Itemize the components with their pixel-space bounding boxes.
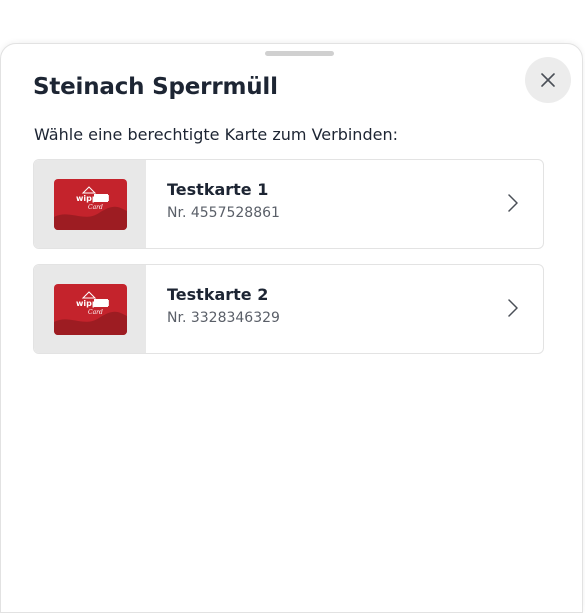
card-number: Nr. 4557528861 (167, 205, 280, 221)
card-list-item-2[interactable]: wipptal Card Testkarte 2 Nr. 3328346329 (33, 264, 544, 354)
card-name: Testkarte 2 (167, 285, 269, 304)
wipptal-card-logo: wipptal Card (54, 179, 127, 230)
card-number: Nr. 3328346329 (167, 310, 280, 326)
sheet-subtitle: Wähle eine berechtigte Karte zum Verbind… (34, 125, 398, 144)
logo-text: wipptal (76, 194, 110, 203)
bottom-sheet: Steinach Sperrmüll Wähle eine berechtigt… (0, 43, 583, 613)
chevron-right-icon (508, 299, 518, 317)
card-thumbnail: wipptal Card (34, 160, 146, 248)
sheet-title: Steinach Sperrmüll (33, 74, 278, 100)
card-list: wipptal Card Testkarte 1 Nr. 4557528861 (33, 159, 544, 369)
card-thumbnail: wipptal Card (34, 265, 146, 353)
wipptal-card-logo: wipptal Card (54, 284, 127, 335)
card-list-item-1[interactable]: wipptal Card Testkarte 1 Nr. 4557528861 (33, 159, 544, 249)
logo-sub-text: Card (88, 204, 103, 211)
close-button[interactable] (525, 57, 571, 103)
chevron-right-icon (508, 194, 518, 212)
logo-text: wipptal (76, 299, 110, 308)
logo-sub-text: Card (88, 309, 103, 316)
close-icon (541, 73, 555, 87)
card-name: Testkarte 1 (167, 180, 269, 199)
sheet-grabber-handle[interactable] (265, 51, 334, 56)
